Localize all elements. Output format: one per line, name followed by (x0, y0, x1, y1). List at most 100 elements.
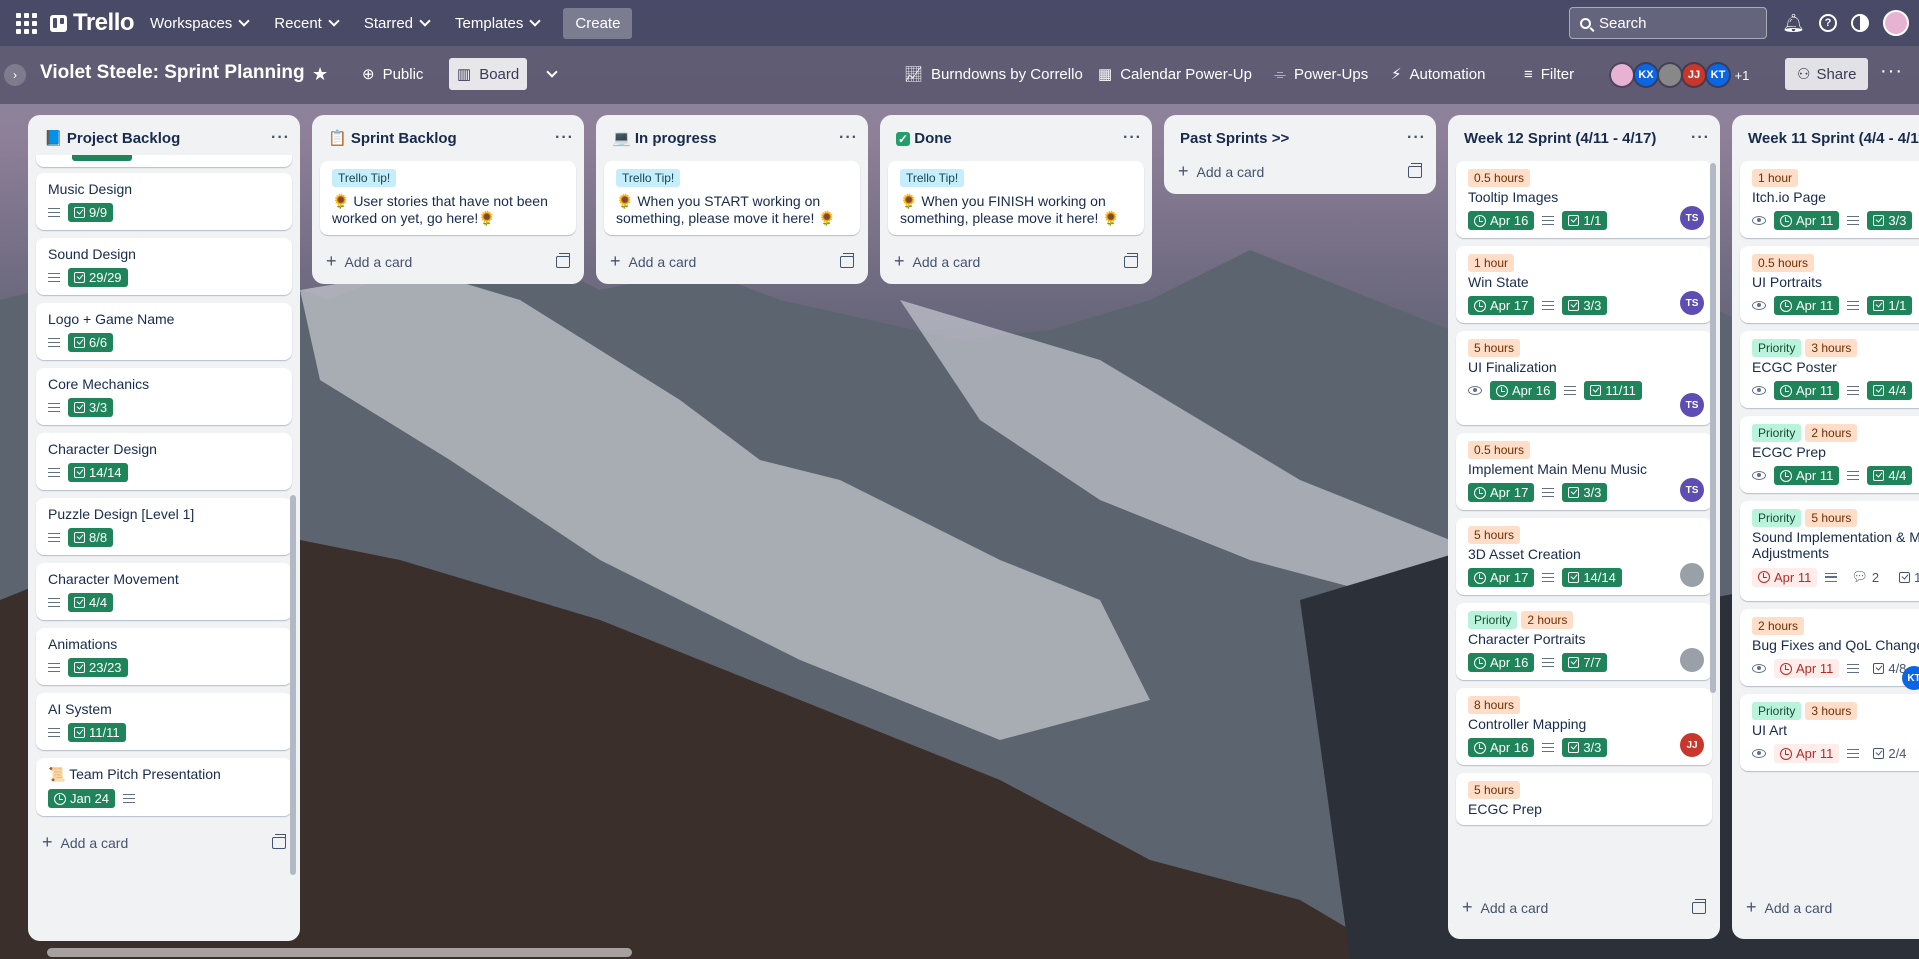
member-avatar[interactable] (1680, 648, 1704, 672)
add-card-button[interactable]: + Add a card (1732, 889, 1919, 930)
card[interactable]: 1 hour Win State Apr 17 3/3 TS (1456, 246, 1712, 323)
card[interactable]: Character Design 14/14 (36, 433, 292, 490)
checklist-badge[interactable]: 14/14 (1562, 568, 1622, 587)
avatar[interactable]: JJ (1681, 62, 1707, 88)
hours-label[interactable]: 0.5 hours (1752, 254, 1815, 272)
hours-label[interactable]: 3 hours (1805, 702, 1858, 720)
list-scrollbar[interactable] (1710, 163, 1716, 693)
list-menu-icon[interactable]: ··· (839, 129, 858, 147)
checklist-badge[interactable]: 2/4 (1867, 744, 1912, 763)
due-date-badge[interactable]: Apr 17 (1468, 568, 1535, 587)
avatar[interactable]: KX (1633, 62, 1659, 88)
add-card-button[interactable]: + Add a card (1164, 161, 1436, 194)
card[interactable]: 0.5 hours Tooltip Images Apr 16 1/1 TS (1456, 161, 1712, 238)
card[interactable]: Priority 3 hours ECGC Poster Apr 11 4/4 (1740, 331, 1919, 408)
hours-label[interactable]: 5 hours (1468, 526, 1521, 544)
card[interactable]: Animations 23/23 (36, 628, 292, 685)
card[interactable]: Puzzle Design [Level 1] 8/8 (36, 498, 292, 555)
template-icon[interactable] (272, 833, 286, 849)
due-date-badge[interactable]: Apr 17 (1468, 483, 1535, 502)
avatar[interactable] (1609, 62, 1635, 88)
checklist-badge[interactable]: 3/3 (68, 398, 114, 417)
checklist-badge[interactable]: 3/3 (1562, 738, 1608, 757)
member-avatar[interactable]: KT (1902, 666, 1919, 690)
more-members[interactable]: +1 (1729, 62, 1755, 88)
starred-menu[interactable]: Starred (354, 9, 439, 38)
comments-badge[interactable]: 💬︎ 2 (1845, 567, 1885, 587)
board-members[interactable]: KX JJ KT +1 (1609, 62, 1755, 88)
hours-label[interactable]: 2 hours (1521, 611, 1574, 629)
checklist-badge[interactable]: 8/8 (68, 528, 114, 547)
template-icon[interactable] (1692, 898, 1706, 914)
hours-label[interactable]: 0.5 hours (1468, 169, 1531, 187)
card[interactable]: Priority 2 hours ECGC Prep Apr 11 4/4 (1740, 416, 1919, 493)
add-card-button[interactable]: + Add a card (596, 243, 868, 284)
priority-label[interactable]: Priority (1752, 339, 1802, 357)
list-title[interactable]: Week 11 Sprint (4/4 - 4/11) (1748, 130, 1919, 147)
card[interactable]: 2 hours Bug Fixes and QoL Change Apr 11 4/8… (1740, 609, 1919, 690)
card[interactable]: 0.5 hours Implement Main Menu Music Apr 17… (1456, 433, 1712, 510)
hours-label[interactable]: 2 hours (1752, 617, 1805, 635)
checklist-badge[interactable]: 7/7 (1562, 653, 1608, 672)
member-avatar[interactable]: TS (1680, 206, 1704, 230)
checklist-badge[interactable]: 4/4 (68, 593, 114, 612)
template-icon[interactable] (556, 252, 570, 268)
member-avatar[interactable]: TS (1680, 393, 1704, 417)
checklist-badge[interactable]: 3/3 (1867, 211, 1913, 230)
list-scrollbar[interactable] (290, 495, 296, 875)
due-date-badge[interactable]: Apr 11 (1774, 296, 1840, 315)
checklist-badge[interactable]: 6/6 (68, 333, 114, 352)
checklist-badge[interactable]: 11/11 (1584, 381, 1642, 400)
due-date-badge[interactable]: Apr 16 (1468, 211, 1535, 230)
list-menu-icon[interactable]: ··· (1123, 129, 1142, 147)
checklist-badge[interactable]: 14/14 (68, 463, 128, 482)
due-date-badge[interactable]: Apr 16 (1468, 738, 1535, 757)
notifications-icon[interactable]: 🔔︎ (1782, 13, 1805, 34)
member-avatar[interactable]: TS (1680, 478, 1704, 502)
add-card-button[interactable]: + Add a card (1448, 889, 1720, 930)
checklist-badge[interactable]: 1/1 (1562, 211, 1608, 230)
card[interactable]: Trello Tip! 🌻 When you START working on s… (604, 161, 860, 235)
sidebar-expand-icon[interactable]: › (4, 64, 26, 86)
help-icon[interactable]: ? (1819, 14, 1837, 32)
list-menu-icon[interactable]: ··· (271, 129, 290, 147)
app-switcher-icon[interactable] (14, 11, 38, 35)
hours-label[interactable]: 1 hour (1752, 169, 1799, 187)
checklist-badge[interactable]: 11/11 (68, 723, 126, 742)
checklist-badge[interactable]: 3/3 (1562, 483, 1608, 502)
avatar[interactable] (1657, 62, 1683, 88)
card[interactable]: 1 hour Itch.io Page Apr 11 3/3 (1740, 161, 1919, 238)
checklist-badge[interactable]: 3/3 (1562, 296, 1608, 315)
card[interactable]: Priority 3 hours UI Art Apr 11 2/4 (1740, 694, 1919, 771)
templates-menu[interactable]: Templates (445, 9, 549, 38)
calendar-powerup-button[interactable]: ▦ Calendar Power-Up (1090, 58, 1260, 90)
list-menu-icon[interactable]: ··· (1407, 129, 1426, 147)
due-date-badge[interactable]: Jan 24 (48, 789, 116, 808)
template-icon[interactable] (1408, 162, 1422, 178)
recent-menu[interactable]: Recent (264, 9, 348, 38)
hours-label[interactable]: 5 hours (1468, 781, 1521, 799)
card[interactable]: 5 hours ECGC Prep (1456, 773, 1712, 825)
card[interactable]: 5 hours 3D Asset Creation Apr 17 14/14 (1456, 518, 1712, 595)
checklist-badge[interactable]: 23/23 (68, 658, 128, 677)
member-avatar[interactable]: JJ (1680, 733, 1704, 757)
checklist-badge[interactable]: 9/9 (68, 203, 114, 222)
due-date-badge[interactable]: Apr 16 (1468, 653, 1535, 672)
add-card-button[interactable]: + Add a card (880, 243, 1152, 284)
list-menu-icon[interactable]: ··· (555, 129, 574, 147)
board-title[interactable]: Violet Steele: Sprint Planning (40, 62, 305, 84)
priority-label[interactable]: Priority (1752, 509, 1802, 527)
card[interactable]: Character Movement 4/4 (36, 563, 292, 620)
card[interactable]: 📜 Team Pitch Presentation Jan 24 (36, 758, 292, 816)
due-date-badge[interactable]: Apr 11 (1774, 211, 1840, 230)
checklist-badge[interactable]: 1 (1893, 568, 1919, 587)
checklist-badge[interactable]: 29/29 (68, 268, 128, 287)
search-input[interactable]: Search (1569, 7, 1767, 39)
list-title[interactable]: Project Backlog (67, 130, 180, 147)
card[interactable]: AI System 11/11 (36, 693, 292, 750)
due-date-badge[interactable]: Apr 11 (1774, 659, 1840, 678)
due-date-badge[interactable]: Apr 11 (1774, 381, 1840, 400)
board-horizontal-scrollbar[interactable] (47, 948, 632, 957)
create-button[interactable]: Create (563, 7, 633, 39)
list-menu-icon[interactable]: ··· (1691, 129, 1710, 147)
